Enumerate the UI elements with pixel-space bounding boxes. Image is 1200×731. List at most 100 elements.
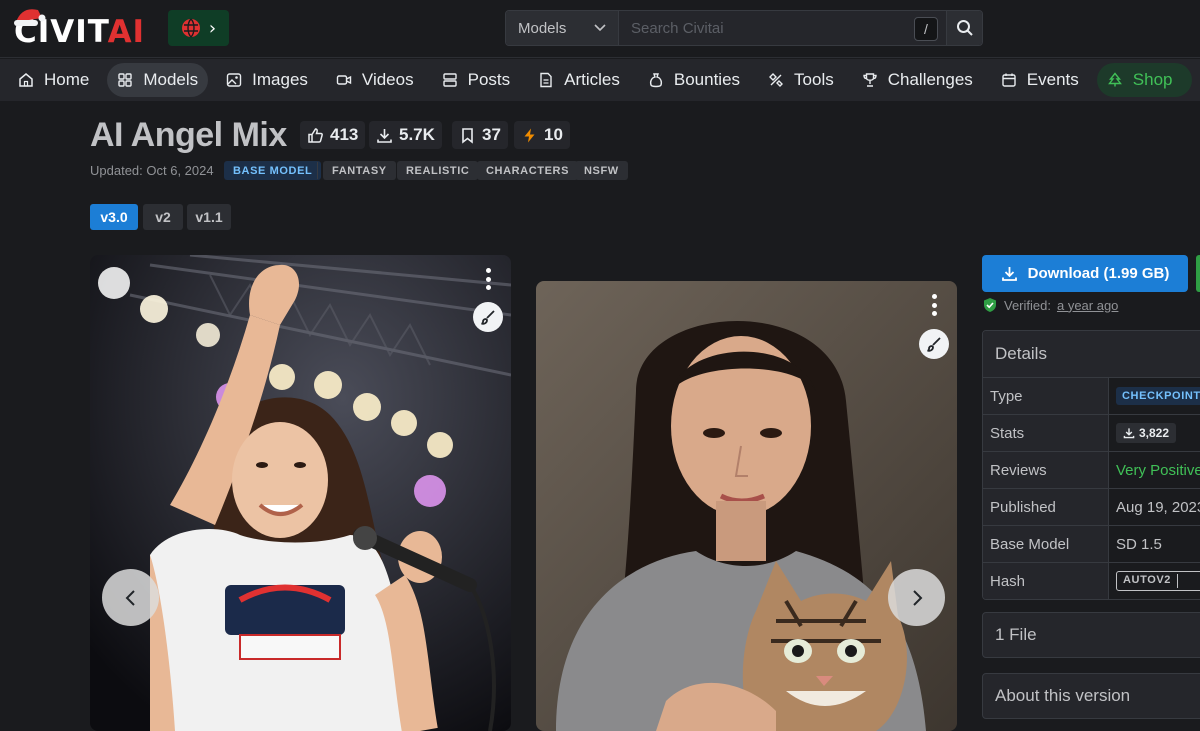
downloads-stat-value: 3,822 <box>1139 426 1170 440</box>
nav-item-home[interactable]: Home <box>8 63 99 97</box>
details-value: AUTOV2 <box>1109 563 1200 599</box>
updated-date: Updated: Oct 6, 2024 <box>90 163 214 178</box>
shield-check-icon <box>984 298 996 312</box>
download-button[interactable]: Download (1.99 GB) <box>982 255 1188 292</box>
civitai-logo[interactable]: CIVITAI <box>12 6 158 50</box>
about-version-accordion[interactable]: About this version <box>982 673 1200 719</box>
top-header: CIVITAI › Models Search Civitai / <box>0 0 1200 58</box>
image-menu-button[interactable] <box>930 294 938 316</box>
published-value: Aug 19, 2023 <box>1116 498 1200 516</box>
details-title[interactable]: Details <box>983 331 1200 378</box>
moneybag-icon <box>649 73 662 88</box>
carousel-prev-button[interactable] <box>102 569 159 626</box>
gallery-image-cat[interactable] <box>536 281 957 731</box>
nav-label: Events <box>1026 70 1079 89</box>
likes-badge[interactable]: 413 <box>300 121 366 149</box>
nav-item-images[interactable]: Images <box>216 63 318 97</box>
verified-time-link[interactable]: a year ago <box>1057 298 1118 313</box>
tag-fantasy[interactable]: FANTASY <box>323 161 396 180</box>
downloads-badge: 5.7K <box>369 121 442 149</box>
download-icon <box>1001 267 1017 281</box>
tools-icon <box>769 73 784 87</box>
tag-realistic[interactable]: REALISTIC <box>397 161 479 180</box>
nav-label: Tools <box>794 70 834 89</box>
nav-label: Models <box>143 70 199 89</box>
nav-item-videos[interactable]: Videos <box>326 63 424 97</box>
nav-item-articles[interactable]: Articles <box>528 63 630 97</box>
search-icon <box>956 20 973 36</box>
nav-item-events[interactable]: Events <box>991 63 1089 97</box>
hash-divider <box>1177 574 1179 588</box>
search-bar: Models Search Civitai / <box>505 10 983 46</box>
remix-button[interactable] <box>473 302 503 332</box>
remix-button[interactable] <box>919 329 949 359</box>
nav-label: Images <box>252 70 308 89</box>
details-value: 3,822 <box>1109 415 1200 451</box>
image-menu-button[interactable] <box>484 268 492 290</box>
details-row-published: Published Aug 19, 2023 <box>983 489 1200 526</box>
tag-divider <box>317 162 318 179</box>
image-icon <box>226 73 242 87</box>
nav-item-models[interactable]: Models <box>107 63 209 97</box>
likes-count: 413 <box>330 125 359 144</box>
base-model-value: SD 1.5 <box>1116 535 1162 553</box>
details-row-stats: Stats 3,822 <box>983 415 1200 452</box>
nav-label: Articles <box>564 70 620 89</box>
version-tab-v2[interactable]: v2 <box>143 204 183 230</box>
search-shortcut-key: / <box>914 17 938 41</box>
downloads-count: 5.7K <box>399 125 435 144</box>
carousel-next-button[interactable] <box>888 569 945 626</box>
search-input[interactable]: Search Civitai / <box>619 11 946 45</box>
bookmarks-badge[interactable]: 37 <box>452 121 508 149</box>
tree-icon <box>1107 72 1122 87</box>
nav-item-bounties[interactable]: Bounties <box>638 63 750 97</box>
chevron-left-icon <box>125 589 135 606</box>
tag-characters[interactable]: CHARACTERS <box>477 161 578 180</box>
details-row-reviews: Reviews Very Positive <box>983 452 1200 489</box>
grid-icon <box>118 73 133 87</box>
files-accordion[interactable]: 1 File <box>982 612 1200 658</box>
search-button[interactable] <box>946 11 982 45</box>
calendar-icon <box>1002 73 1016 87</box>
verified-status: Verified: a year ago <box>982 297 1118 313</box>
buzz-count: 10 <box>544 125 563 144</box>
nav-item-tools[interactable]: Tools <box>758 63 844 97</box>
logo-text-ai: AI <box>107 14 146 50</box>
downloads-stat-badge: 3,822 <box>1116 423 1177 443</box>
home-icon <box>19 73 33 87</box>
download-icon <box>377 128 392 143</box>
gallery-image-singer[interactable] <box>90 255 511 731</box>
details-key: Type <box>983 378 1109 414</box>
nav-item-challenges[interactable]: Challenges <box>852 63 983 97</box>
video-icon <box>336 75 352 85</box>
version-tab-v1-1[interactable]: v1.1 <box>187 204 231 230</box>
model-title: AI Angel Mix <box>90 116 287 154</box>
details-key: Reviews <box>983 452 1109 488</box>
details-key: Base Model <box>983 526 1109 562</box>
nav-label: Bounties <box>673 70 741 89</box>
bookmarks-count: 37 <box>482 125 501 144</box>
search-type-select[interactable]: Models <box>506 11 619 45</box>
woman-cat-photo <box>536 281 957 731</box>
reviews-value[interactable]: Very Positive <box>1109 452 1200 488</box>
version-tab-v3[interactable]: v3.0 <box>90 204 138 230</box>
nav-item-shop[interactable]: Shop <box>1096 63 1193 97</box>
details-key: Published <box>983 489 1109 525</box>
tag-nsfw[interactable]: NSFW <box>575 161 628 180</box>
tag-base-model[interactable]: BASE MODEL <box>224 161 322 180</box>
nav-label: Videos <box>361 70 414 89</box>
nav-item-posts[interactable]: Posts <box>432 63 521 97</box>
hash-type-select[interactable]: AUTOV2 <box>1116 571 1200 591</box>
search-type-label: Models <box>518 19 567 37</box>
download-label: Download (1.99 GB) <box>1027 265 1170 282</box>
nav-label: Home <box>44 70 90 89</box>
nav-label: Shop <box>1132 70 1173 89</box>
region-selector-button[interactable]: › <box>168 10 229 46</box>
posts-icon <box>442 73 457 87</box>
details-row-hash: Hash AUTOV2 <box>983 563 1200 599</box>
secondary-action-button[interactable] <box>1196 255 1200 292</box>
thumbs-up-icon <box>308 127 323 143</box>
details-key: Stats <box>983 415 1109 451</box>
buzz-badge[interactable]: 10 <box>514 121 570 149</box>
download-icon <box>1123 428 1135 439</box>
